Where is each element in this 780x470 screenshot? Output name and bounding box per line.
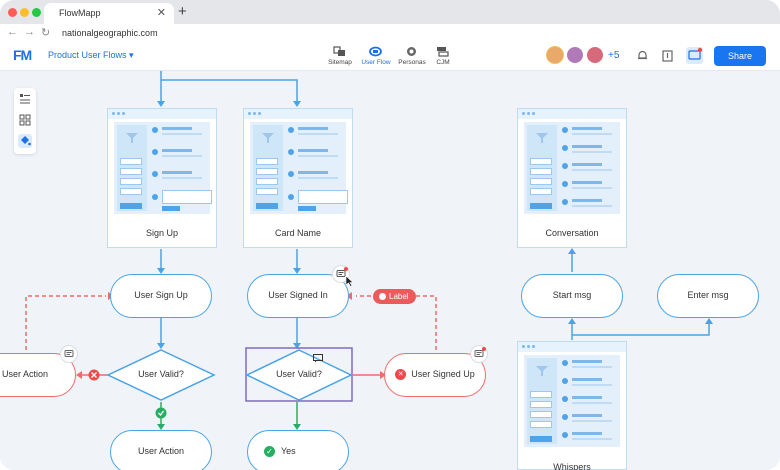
screen-card-card-name[interactable]: Card Name	[243, 108, 353, 248]
tag-icon	[379, 293, 386, 301]
node-user-signed-up-label: User Signed Up	[411, 369, 475, 379]
filter-icon	[536, 366, 548, 376]
node-user-action-bottom[interactable]: User Action	[110, 430, 212, 470]
filter-icon	[126, 133, 138, 143]
comment-icon[interactable]	[313, 354, 324, 363]
screen-card-sign-up[interactable]: Sign Up	[107, 108, 217, 248]
browser-window: FlowMapp ✕ + ← → ↻ nationalgeographic.co…	[0, 0, 780, 470]
success-marker-icon	[155, 407, 167, 419]
screen-label: Sign Up	[145, 228, 179, 238]
edge-label-tag[interactable]: Label	[373, 289, 416, 304]
decision-label[interactable]: User Valid?	[247, 369, 351, 379]
cursor-icon	[346, 276, 354, 287]
screen-titlebar	[244, 109, 352, 119]
screen-wireframe	[524, 122, 620, 214]
filter-icon	[262, 133, 274, 143]
screen-titlebar	[518, 342, 626, 352]
node-enter-msg[interactable]: Enter msg	[657, 274, 759, 318]
comment-bubble-icon[interactable]	[470, 345, 488, 363]
node-start-msg[interactable]: Start msg	[521, 274, 623, 318]
screen-wireframe	[114, 122, 212, 214]
list-icon[interactable]	[18, 92, 32, 106]
grid-icon[interactable]	[18, 113, 32, 127]
node-yes[interactable]: ✓ Yes	[247, 430, 349, 470]
paint-bucket-icon[interactable]	[18, 134, 32, 148]
screen-label: Whispers	[553, 462, 591, 470]
left-toolbar	[14, 88, 36, 154]
screen-card-conversation[interactable]: Conversation	[517, 108, 627, 248]
screen-label: Card Name	[274, 228, 321, 238]
filter-icon	[536, 133, 548, 143]
edge-label-text: Label	[389, 292, 409, 301]
screen-titlebar	[518, 109, 626, 119]
screen-card-whispers[interactable]: Whispers	[517, 341, 627, 470]
screen-label: Conversation	[545, 228, 599, 238]
screen-wireframe	[524, 355, 620, 447]
comment-bubble-icon[interactable]	[60, 345, 78, 363]
node-yes-label: Yes	[281, 446, 296, 456]
screen-wireframe	[250, 122, 348, 214]
error-icon: ✕	[395, 369, 407, 381]
decision-label[interactable]: User Valid?	[108, 369, 214, 379]
screen-titlebar	[108, 109, 216, 119]
success-icon: ✓	[264, 446, 275, 458]
node-user-sign-up[interactable]: User Sign Up	[110, 274, 212, 318]
